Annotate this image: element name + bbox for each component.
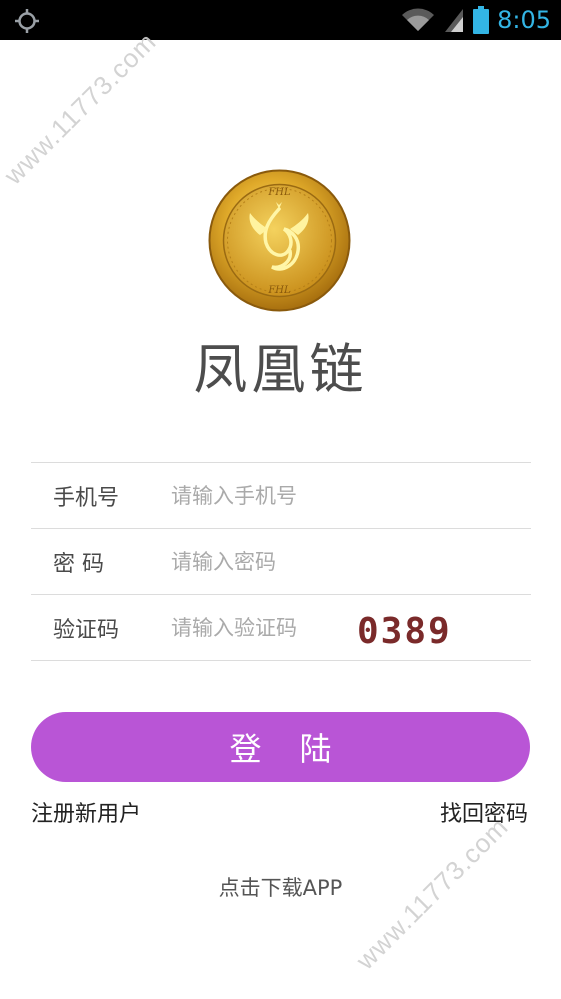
password-label: 密 码 [53,551,104,577]
phone-row: 手机号 [31,462,531,528]
coin-top-text: FHL [267,187,291,198]
captcha-row: 验证码 0389 [31,594,531,661]
status-time: 8:05 [497,6,551,34]
app-title: 凤凰链 [193,338,368,401]
forgot-password-link[interactable]: 找回密码 [440,796,528,828]
phone-label: 手机号 [53,485,120,511]
watermark: www.11773.com [0,26,163,191]
app-logo-coin: FHL FHL [208,169,351,312]
login-button[interactable]: 登陆 [31,712,530,782]
status-bar: 8:05 [0,0,561,40]
captcha-text: 0389 [357,611,452,652]
captcha-image[interactable]: 0389 [353,607,493,655]
captcha-input[interactable] [171,615,361,640]
signal-icon [445,9,464,32]
status-icons: 8:05 [401,0,551,40]
login-form: 手机号 密 码 验证码 0389 [31,462,531,661]
password-input[interactable] [171,549,361,574]
captcha-label: 验证码 [53,617,120,643]
password-row: 密 码 [31,528,531,594]
gps-icon [15,9,39,33]
coin-bottom-text: FHL [267,285,291,296]
register-link[interactable]: 注册新用户 [31,796,141,828]
phone-input[interactable] [171,483,361,508]
download-app-link[interactable]: 点击下载APP [0,872,561,902]
battery-icon [473,6,490,34]
wifi-icon [402,8,435,31]
